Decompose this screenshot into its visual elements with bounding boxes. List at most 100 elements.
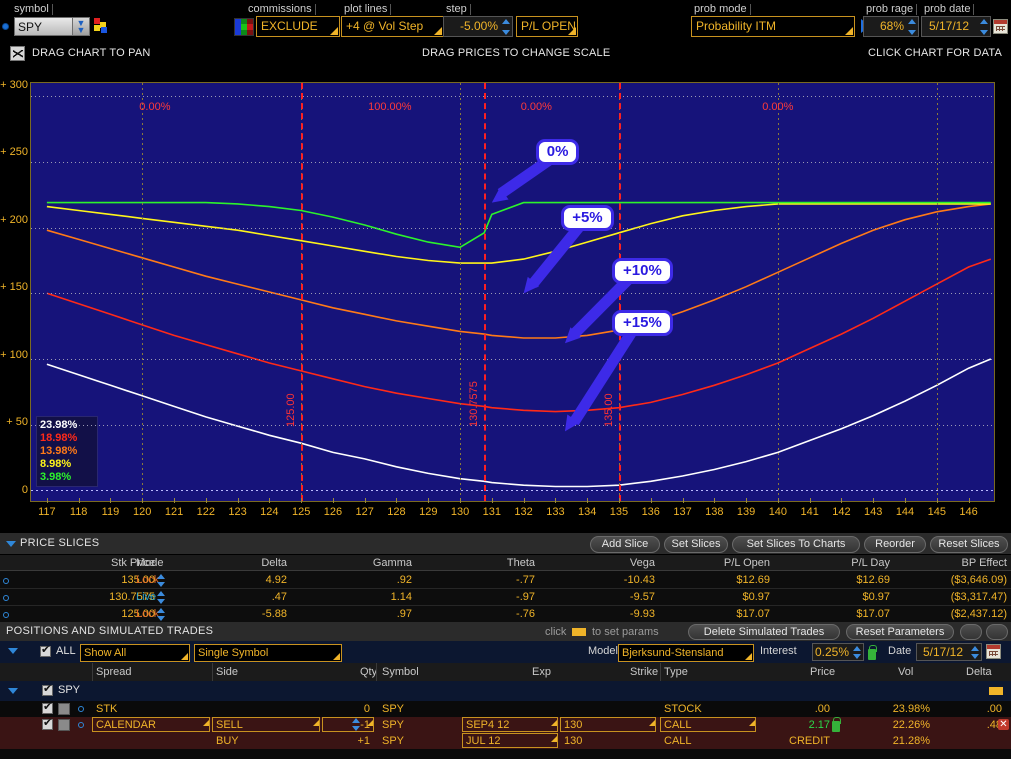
price-slices-panel: PRICE SLICES Add Slice Set Slices Set Sl… <box>0 533 1011 622</box>
slice-toggle-dot[interactable] <box>3 612 9 618</box>
chart-icon <box>10 46 25 61</box>
slice-toggle-dot[interactable] <box>3 595 9 601</box>
price-slice-row[interactable]: 125.00Lock-5.88.97-.76-9.93$17.07$17.07(… <box>0 606 1011 623</box>
reorder-button[interactable]: Reorder <box>864 536 926 553</box>
stk-price-stepper[interactable] <box>157 574 165 587</box>
x-tick-140: 140 <box>765 506 791 518</box>
reset-slices-button[interactable]: Reset Slices <box>930 536 1008 553</box>
price-slice-row[interactable]: 135.00Lock4.92.92-.77-10.43$12.69$12.69(… <box>0 572 1011 589</box>
cell-delta: 4.92 <box>215 574 287 586</box>
row-checkbox[interactable] <box>42 719 53 730</box>
x-tick-138: 138 <box>701 506 727 518</box>
x-tick-mark <box>79 498 80 503</box>
chevron-down-icon <box>434 27 442 35</box>
date-stepper[interactable]: 5/17/12 <box>916 643 982 661</box>
close-icon[interactable]: ✕ <box>998 719 1009 730</box>
x-tick-mark <box>238 498 239 503</box>
x-tick-141: 141 <box>797 506 823 518</box>
single-symbol-select[interactable]: Single Symbol <box>194 644 342 662</box>
prob-range-stepper[interactable]: 68% <box>863 16 919 37</box>
x-tick-120: 120 <box>129 506 155 518</box>
reset-parameters-button[interactable]: Reset Parameters <box>846 624 954 640</box>
cell-vol: 23.98% <box>860 703 930 715</box>
prob-date-stepper[interactable]: 5/17/12 <box>921 16 991 37</box>
x-tick-128: 128 <box>383 506 409 518</box>
cell-vol: 21.28% <box>860 735 930 747</box>
prob-mode-select[interactable]: Probability ITM <box>691 16 855 37</box>
positions-group-row[interactable]: SPY <box>0 681 1011 701</box>
commissions-value: EXCLUDE <box>261 19 318 33</box>
positions-panel: POSITIONS AND SIMULATED TRADES click to … <box>0 622 1011 759</box>
col-qty: Qty <box>360 666 377 678</box>
y-tick-150: + 150 <box>0 281 28 293</box>
single-symbol-value: Single Symbol <box>198 647 268 659</box>
col-vega: Vega <box>580 557 655 569</box>
group-collapse-icon[interactable] <box>8 688 18 694</box>
stk-price-stepper[interactable] <box>157 591 165 604</box>
position-row[interactable]: CALENDARSELL-1SPYSEP4 12130CALL2.1722.26… <box>0 717 1011 733</box>
color-swatch-icon[interactable] <box>94 18 108 32</box>
x-tick-118: 118 <box>66 506 92 518</box>
lock-icon[interactable] <box>868 649 876 660</box>
risk-profile-chart[interactable]: + 300 + 250 + 200 + 150 + 100 + 50 0 23.… <box>0 66 1011 531</box>
show-all-select[interactable]: Show All <box>80 644 190 662</box>
cell-theta: -.97 <box>455 591 535 603</box>
cell-pl_day: $12.69 <box>810 574 890 586</box>
step-stepper[interactable]: -5.00% <box>443 16 513 37</box>
stepper-arrows-icon[interactable] <box>979 19 988 35</box>
calendar-icon[interactable] <box>986 644 1001 659</box>
collapse-all-button[interactable] <box>986 624 1008 640</box>
commissions-color-grid-icon[interactable] <box>234 18 254 36</box>
plot-area[interactable]: 23.98% 18.98% 13.98% 8.98% 3.98% 125.001… <box>30 82 995 502</box>
commissions-select[interactable]: EXCLUDE <box>256 16 340 37</box>
x-tick-mark <box>365 498 366 503</box>
symbol-radio[interactable] <box>2 23 9 30</box>
cell-mode[interactable]: Lock <box>136 608 196 620</box>
interest-stepper[interactable]: 0.25% <box>812 643 864 661</box>
params-plug-icon[interactable] <box>989 687 1003 695</box>
cell-mode[interactable]: Live <box>136 591 196 603</box>
x-tick-121: 121 <box>161 506 187 518</box>
pl-mode-select[interactable]: P/L OPEN <box>516 16 578 37</box>
model-select[interactable]: Bjerksund-Stensland <box>618 644 754 662</box>
stepper-arrows-icon[interactable] <box>501 19 510 35</box>
calendar-icon[interactable] <box>993 19 1008 34</box>
slice-toggle-dot[interactable] <box>3 578 9 584</box>
price-lock-icon[interactable] <box>832 721 840 732</box>
callout-0pct: 0% <box>536 139 580 165</box>
collapse-triangle-icon[interactable] <box>6 541 16 547</box>
x-tick-125: 125 <box>288 506 314 518</box>
set-slices-to-charts-button[interactable]: Set Slices To Charts <box>732 536 860 553</box>
cell-mode[interactable]: Lock <box>136 574 196 586</box>
stk-price-stepper[interactable] <box>157 608 165 621</box>
group-checkbox[interactable] <box>42 685 53 696</box>
show-all-value: Show All <box>84 647 126 659</box>
params-plug-icon <box>572 628 586 636</box>
date-value: 5/17/12 <box>923 645 963 659</box>
row-group-swatch[interactable] <box>58 703 70 715</box>
x-tick-mark <box>619 498 620 503</box>
positions-collapse-icon[interactable] <box>8 648 18 654</box>
row-checkbox[interactable] <box>42 703 53 714</box>
row-group-swatch[interactable] <box>58 719 70 731</box>
qty-stepper[interactable] <box>352 718 360 731</box>
position-row[interactable]: STK0SPYSTOCK.0023.98%.00 <box>0 701 1011 717</box>
stepper-arrows-icon[interactable] <box>852 646 861 659</box>
symbol-dropdown-button[interactable]: ▼▼ <box>72 17 90 36</box>
hint-scale: DRAG PRICES TO CHANGE SCALE <box>422 47 610 59</box>
delete-simulated-trades-button[interactable]: Delete Simulated Trades <box>688 624 840 640</box>
stepper-arrows-icon[interactable] <box>970 646 979 659</box>
row-radio-dot[interactable] <box>78 706 84 712</box>
cell-delta: .48 <box>940 719 1002 731</box>
all-checkbox[interactable] <box>40 646 51 657</box>
export-icon-button[interactable] <box>960 624 982 640</box>
position-row[interactable]: BUY+1SPYJUL 12130CALLCREDIT21.28% <box>0 733 1011 749</box>
col-spread: Spread <box>96 666 131 678</box>
row-radio-dot[interactable] <box>78 722 84 728</box>
price-slice-row[interactable]: 130.7575Live.471.14-.97-9.57$0.97$0.97($… <box>0 589 1011 606</box>
stepper-arrows-icon[interactable] <box>907 19 916 35</box>
chevron-down-icon <box>568 27 576 35</box>
add-slice-button[interactable]: Add Slice <box>590 536 660 553</box>
set-slices-button[interactable]: Set Slices <box>664 536 728 553</box>
plot-lines-select[interactable]: +4 @ Vol Step <box>341 16 444 37</box>
